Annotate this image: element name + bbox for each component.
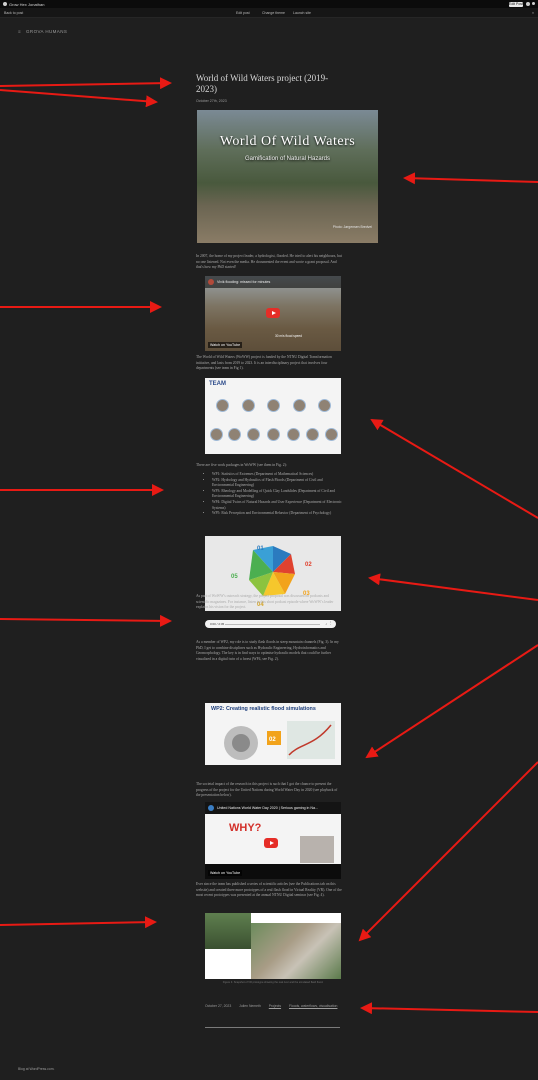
arrow <box>368 573 538 601</box>
arrow <box>365 644 538 759</box>
arrow <box>0 77 172 90</box>
arrow <box>370 418 538 519</box>
annotation-arrows <box>0 77 538 1015</box>
arrow <box>360 1002 538 1015</box>
arrow <box>0 89 158 108</box>
arrow <box>0 916 157 929</box>
arrow <box>0 614 172 627</box>
arrow <box>403 172 538 185</box>
arrow <box>358 761 538 942</box>
